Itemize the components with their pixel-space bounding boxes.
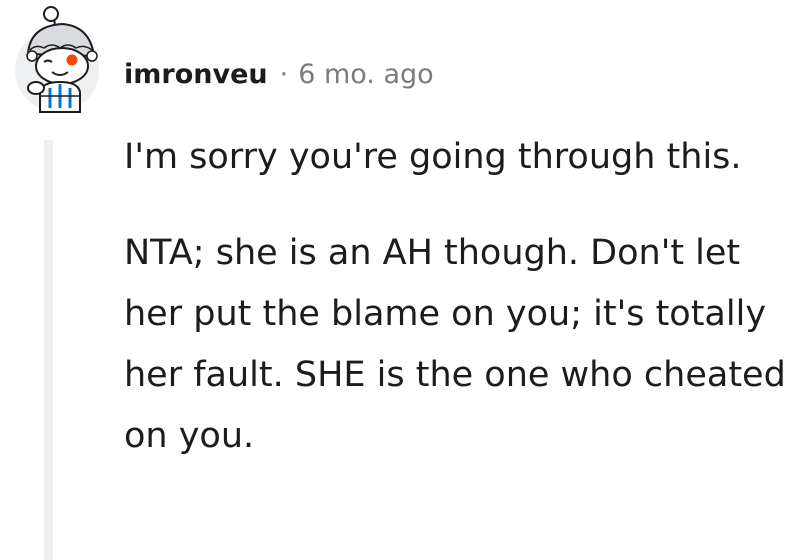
reddit-snoo-avatar-icon: [15, 6, 99, 113]
username-link[interactable]: imronveu: [124, 59, 268, 90]
meta-separator: ·: [279, 58, 289, 90]
comment: imronveu · 6 mo. ago I'm sorry you're go…: [0, 0, 812, 560]
thread-collapse-line[interactable]: [44, 140, 53, 560]
comment-paragraph: NTA; she is an AH though. Don't let her …: [124, 233, 786, 456]
avatar[interactable]: [10, 4, 110, 116]
comment-body: I'm sorry you're going through this. NTA…: [124, 127, 794, 502]
comment-paragraph: I'm sorry you're going through this.: [124, 137, 742, 177]
comment-meta: imronveu · 6 mo. ago: [124, 54, 434, 94]
timestamp-link[interactable]: 6 mo. ago: [298, 59, 433, 90]
